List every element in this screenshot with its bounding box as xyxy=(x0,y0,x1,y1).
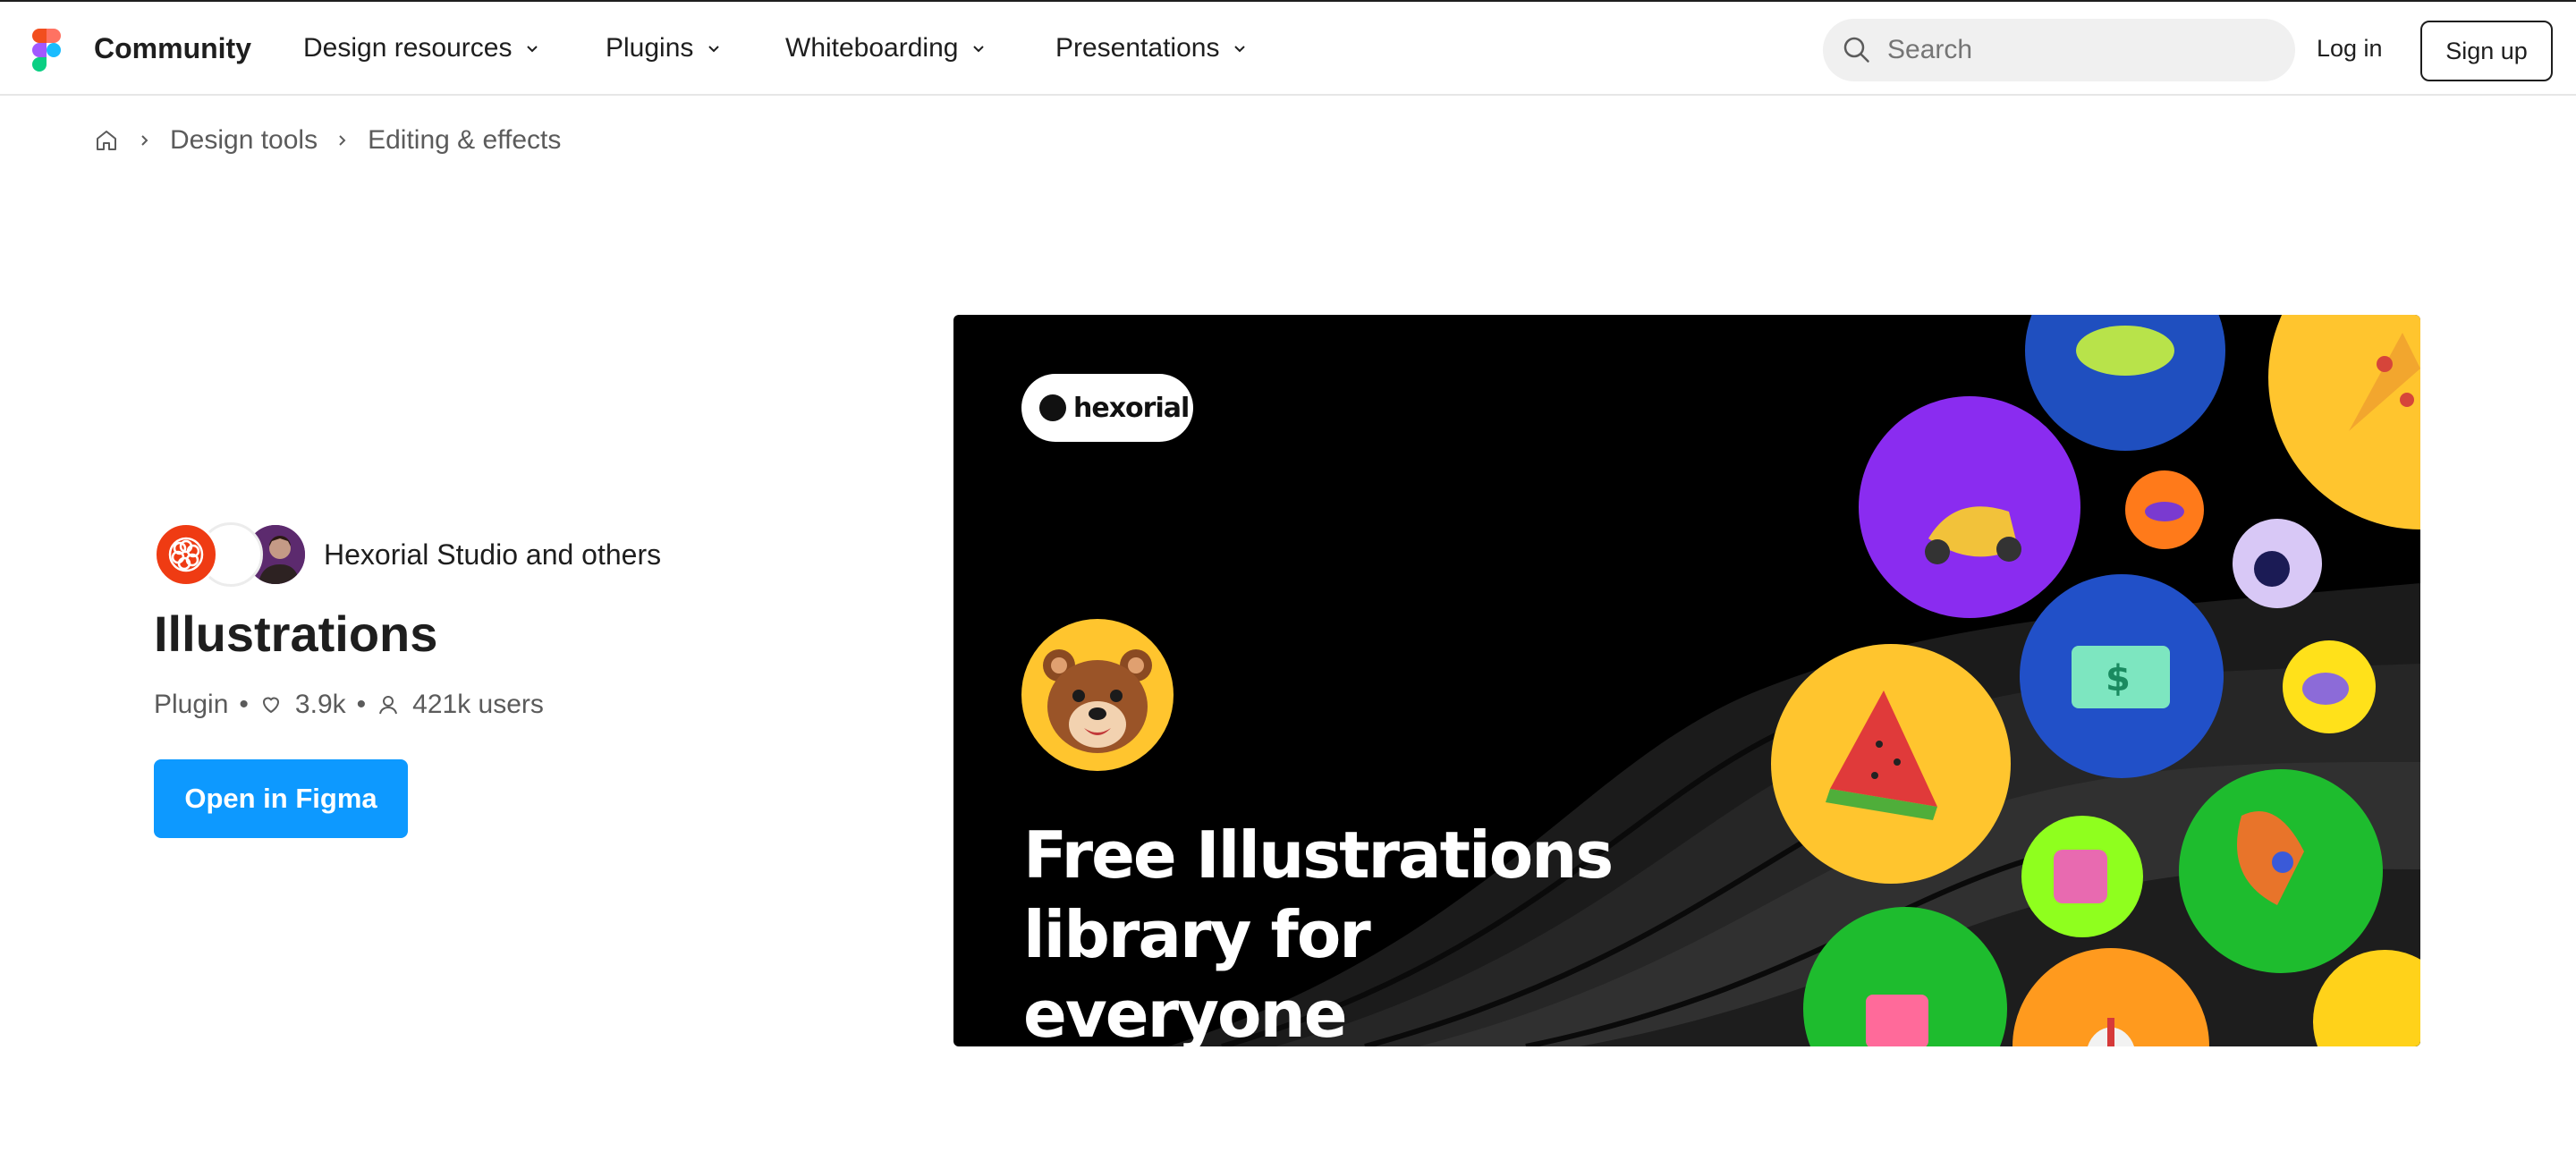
home-link[interactable] xyxy=(93,127,120,154)
search-input[interactable] xyxy=(1887,35,2281,65)
figma-logo-icon[interactable] xyxy=(32,29,61,72)
hexorial-mark-icon xyxy=(1039,394,1066,421)
chevron-right-icon xyxy=(141,135,148,146)
like-count: 3.9k xyxy=(294,690,346,719)
chevron-down-icon xyxy=(1234,46,1246,53)
chevron-right-icon xyxy=(339,135,346,146)
breadcrumb: Design tools Editing & effects xyxy=(93,122,561,159)
headline-line-2: library for everyone xyxy=(1023,897,1371,1046)
svg-text:$: $ xyxy=(2106,658,2131,699)
page-title: Illustrations xyxy=(154,606,438,662)
avatar-hexorial xyxy=(154,522,218,587)
user-count: 421k users xyxy=(412,690,544,719)
separator-dot: • xyxy=(356,690,367,719)
breadcrumb-editing-effects[interactable]: Editing & effects xyxy=(368,125,561,156)
heart-icon[interactable] xyxy=(259,693,283,716)
nav-label: Plugins xyxy=(606,33,694,63)
nav-label: Presentations xyxy=(1055,33,1220,63)
nav-label: Whiteboarding xyxy=(785,33,959,63)
user-icon xyxy=(379,696,398,715)
nav-plugins[interactable]: Plugins xyxy=(606,29,722,68)
plugin-meta: Plugin • 3.9k • 421k users xyxy=(154,685,544,724)
separator-dot: • xyxy=(239,690,249,719)
author-name[interactable]: Hexorial Studio and others xyxy=(324,535,661,574)
breadcrumb-design-tools[interactable]: Design tools xyxy=(170,125,318,156)
community-brand-link[interactable]: Community xyxy=(94,29,251,68)
nav-presentations[interactable]: Presentations xyxy=(1055,29,1248,68)
chevron-down-icon xyxy=(708,46,720,53)
hexorial-badge: hexorial xyxy=(1021,374,1193,442)
nav-label: Design resources xyxy=(303,33,513,63)
chevron-down-icon xyxy=(973,46,985,53)
resource-type: Plugin xyxy=(154,690,229,719)
hero-headline: Free Illustrations library for everyone xyxy=(1023,816,1703,1046)
top-navigation-bar: Community Design resources Plugins White… xyxy=(0,0,2576,96)
home-icon xyxy=(97,131,116,150)
chevron-down-icon xyxy=(527,46,538,53)
search-box[interactable] xyxy=(1823,19,2295,81)
log-in-link[interactable]: Log in xyxy=(2317,29,2383,68)
bear-mascot-icon xyxy=(1021,619,1174,771)
sign-up-button[interactable]: Sign up xyxy=(2420,21,2553,81)
hero-banner-image: $ hexorial Free Illustrations library fo… xyxy=(953,315,2420,1046)
nav-whiteboarding[interactable]: Whiteboarding xyxy=(785,29,987,68)
hexorial-badge-text: hexorial xyxy=(1073,392,1190,424)
creator-avatars[interactable] xyxy=(154,522,308,587)
hexorial-logo-icon xyxy=(168,537,204,572)
headline-line-1: Free Illustrations xyxy=(1023,817,1614,893)
search-icon xyxy=(1843,37,1869,63)
open-in-figma-button[interactable]: Open in Figma xyxy=(154,759,408,838)
nav-design-resources[interactable]: Design resources xyxy=(303,29,540,68)
